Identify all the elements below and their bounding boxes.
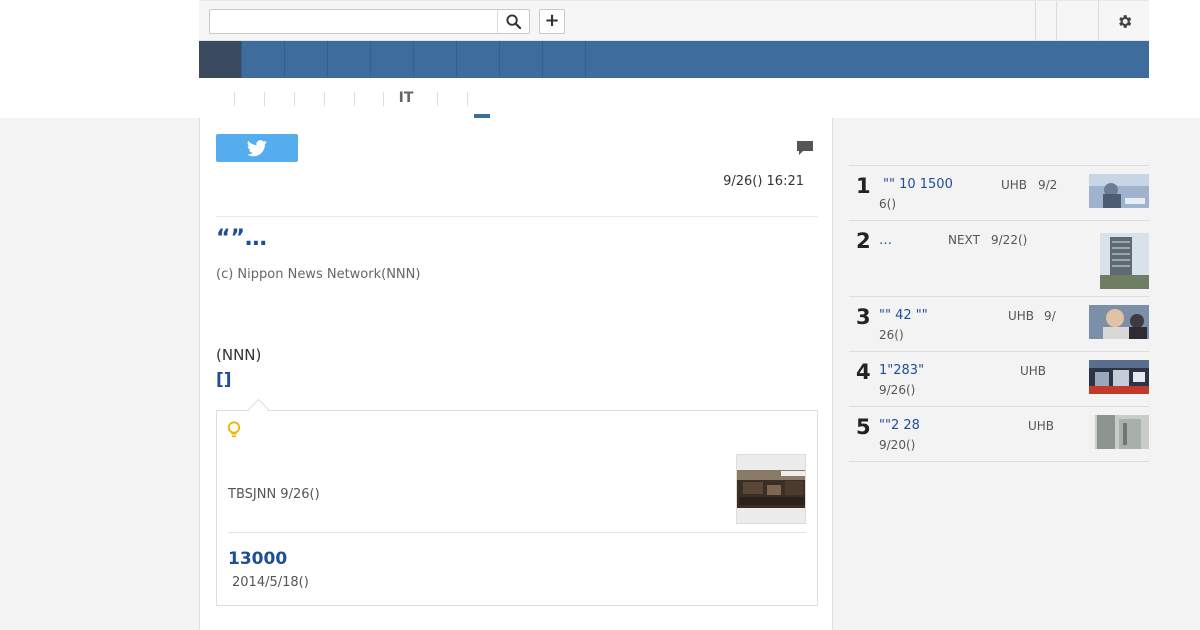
comment-icon[interactable] — [796, 140, 814, 160]
subnav-item-it[interactable]: IT — [383, 78, 429, 118]
rank-thumbnail — [1100, 233, 1149, 289]
rank-number: 2 — [856, 229, 871, 253]
rank-title[interactable]: "" 42 "" — [879, 308, 928, 323]
nav-item[interactable] — [414, 41, 457, 78]
main-nav — [199, 41, 1149, 78]
subnav-item[interactable] — [204, 78, 234, 118]
toolbar-divider — [1056, 1, 1057, 41]
rank-source: UHB — [1020, 364, 1047, 378]
add-button[interactable]: + — [539, 9, 565, 34]
related-article-link[interactable]: 13000 — [228, 549, 287, 569]
rank-date: 9/22() — [991, 233, 1028, 247]
subnav-separator — [264, 92, 265, 106]
ranking-item[interactable]: 3 "" 42 "" UHB 9/ 26() — [849, 297, 1149, 352]
rank-date-continued: 26() — [879, 328, 904, 342]
rank-number: 1 — [856, 174, 871, 198]
rank-title[interactable]: … — [879, 233, 892, 248]
divider — [216, 216, 818, 217]
article-datetime: 9/26() 16:21 — [723, 174, 804, 189]
ranking-item[interactable]: 1 "" 10 1500 UHB 9/2 6() — [849, 166, 1149, 221]
subnav-item[interactable] — [235, 78, 263, 118]
subnav-item[interactable] — [438, 78, 467, 118]
rank-title[interactable]: 1"283" — [879, 363, 924, 378]
rank-source: UHB — [1008, 309, 1035, 323]
related-articles-box: TBSJNN 9/26() 13000 2014/5/18() — [216, 410, 818, 606]
twitter-share-button[interactable] — [216, 134, 298, 162]
search-icon — [506, 14, 521, 29]
related-article-date: 2014/5/18() — [232, 575, 309, 590]
top-toolbar: + — [199, 0, 1149, 41]
search-box — [209, 9, 530, 34]
rank-number: 5 — [856, 415, 871, 439]
search-input[interactable] — [210, 10, 497, 33]
rank-thumbnail — [1089, 174, 1149, 208]
subnav-item[interactable] — [325, 78, 354, 118]
rank-date-continued: 6() — [879, 197, 896, 211]
rank-source: UHB — [1028, 419, 1055, 433]
rank-title[interactable]: "" 10 1500 — [883, 177, 953, 192]
article-headline: “”… — [216, 226, 267, 251]
search-button[interactable] — [497, 10, 529, 33]
related-link-header[interactable]: [] — [216, 370, 232, 390]
rank-number: 4 — [856, 360, 871, 384]
divider — [228, 532, 806, 533]
subnav-separator — [294, 92, 295, 106]
rank-date: 9/26() — [879, 383, 916, 397]
subnav-separator — [234, 92, 235, 106]
nav-item[interactable] — [543, 41, 586, 78]
subnav-item[interactable] — [264, 78, 294, 118]
nav-item[interactable] — [500, 41, 543, 78]
subnav-separator — [467, 92, 468, 106]
rank-thumbnail — [1089, 305, 1149, 339]
subnav-separator — [437, 92, 438, 106]
rank-source: UHB — [1001, 178, 1028, 192]
rank-number: 3 — [856, 305, 871, 329]
toolbar-divider — [1035, 1, 1036, 41]
rank-date: 9/20() — [879, 438, 916, 452]
subnav-separator — [324, 92, 325, 106]
bulb-icon — [227, 421, 241, 443]
rank-thumbnail — [1089, 360, 1149, 394]
ranking-item[interactable]: 2 … NEXT 9/22() — [849, 221, 1149, 297]
related-article-text[interactable]: TBSJNN 9/26() — [228, 487, 320, 502]
nav-item[interactable] — [457, 41, 500, 78]
subnav-separator — [383, 92, 384, 106]
nav-item[interactable] — [242, 41, 285, 78]
twitter-icon — [247, 139, 267, 156]
rank-source: NEXT — [948, 233, 980, 247]
rank-date: 9/2 — [1038, 178, 1058, 192]
gear-icon — [1118, 14, 1131, 28]
settings-button[interactable] — [1099, 1, 1149, 41]
article-main: 9/26() 16:21 “”… (c) Nippon News Network… — [199, 118, 833, 630]
article-source: (NNN) — [216, 346, 262, 364]
rank-date: 9/ — [1044, 309, 1056, 323]
nav-item-home[interactable] — [199, 41, 242, 78]
nav-item[interactable] — [285, 41, 328, 78]
subnav-separator — [354, 92, 355, 106]
related-thumbnail[interactable] — [736, 454, 806, 524]
subnav-item-active[interactable] — [467, 78, 497, 118]
nav-item[interactable] — [328, 41, 371, 78]
ranking-item[interactable]: 4 1"283" UHB 9/26() — [849, 352, 1149, 407]
photo-copyright: (c) Nippon News Network(NNN) — [216, 267, 421, 282]
ranking-item[interactable]: 5 ""2 28 UHB 9/20() — [849, 407, 1149, 462]
nav-item[interactable] — [371, 41, 414, 78]
rank-title[interactable]: ""2 28 — [879, 418, 920, 433]
category-subnav: IT — [199, 78, 1149, 118]
ranking-list: 1 "" 10 1500 UHB 9/2 6() 2 … NEXT 9/22()… — [849, 165, 1149, 462]
subnav-item[interactable] — [295, 78, 324, 118]
rank-thumbnail — [1089, 415, 1149, 449]
